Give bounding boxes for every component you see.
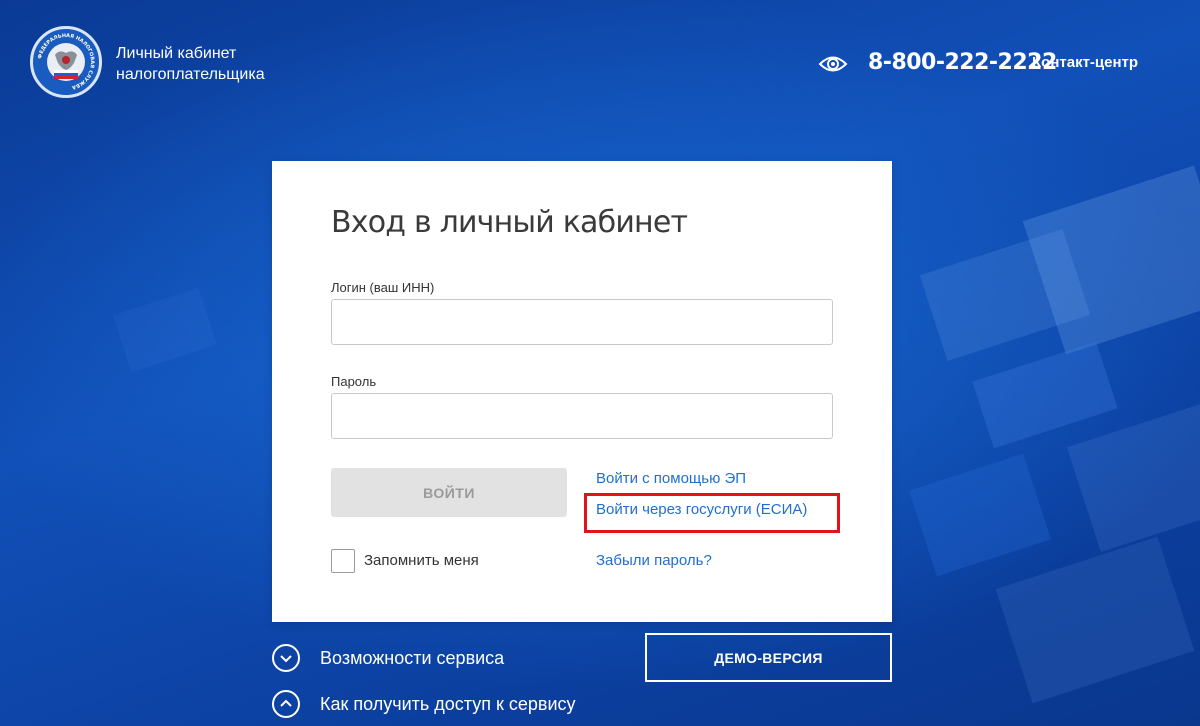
contact-center-link[interactable]: Контакт-центр <box>1032 54 1138 71</box>
login-with-ep-link[interactable]: Войти с помощью ЭП <box>596 470 746 487</box>
phone-number[interactable]: 8-800-222-2222 <box>868 50 1057 75</box>
brand-line-1: Личный кабинет <box>116 45 237 62</box>
decorative-shape <box>972 341 1118 449</box>
access-info-expander[interactable]: Как получить доступ к сервису <box>272 690 576 718</box>
login-via-gosuslugi-link[interactable]: Войти через госуслуги (ЕСИА) <box>596 501 807 518</box>
demo-version-button[interactable]: ДЕМО-ВЕРСИЯ <box>645 633 892 682</box>
login-title: Вход в личный кабинет <box>331 205 688 240</box>
decorative-shape <box>995 536 1195 704</box>
decorative-shape <box>112 287 218 373</box>
login-button[interactable]: ВОЙТИ <box>331 468 567 517</box>
access-info-label: Как получить доступ к сервису <box>320 693 576 714</box>
chevron-down-circle-icon <box>272 644 300 672</box>
forgot-password-link[interactable]: Забыли пароль? <box>596 552 712 569</box>
remember-me-label[interactable]: Запомнить меня <box>364 552 479 569</box>
fns-emblem-icon: ФЕДЕРАЛЬНАЯ НАЛОГОВАЯ СЛУЖБА <box>35 31 97 93</box>
decorative-shape <box>1066 397 1200 553</box>
fns-logo[interactable]: ФЕДЕРАЛЬНАЯ НАЛОГОВАЯ СЛУЖБА <box>30 26 102 98</box>
brand-title[interactable]: Личный кабинет налогоплательщика <box>116 43 265 85</box>
password-label: Пароль <box>331 374 377 389</box>
remember-me-checkbox[interactable] <box>331 549 355 573</box>
service-features-label: Возможности сервиса <box>320 647 505 668</box>
eye-icon[interactable] <box>818 53 848 80</box>
login-label: Логин (ваш ИНН) <box>331 280 435 295</box>
chevron-up-circle-icon <box>272 690 300 718</box>
login-card: Вход в личный кабинет Логин (ваш ИНН) Па… <box>272 161 892 622</box>
decorative-shape <box>909 453 1051 577</box>
brand-line-2: налогоплательщика <box>116 66 265 83</box>
login-input[interactable] <box>331 299 833 345</box>
password-input[interactable] <box>331 393 833 439</box>
service-features-expander[interactable]: Возможности сервиса <box>272 644 504 672</box>
